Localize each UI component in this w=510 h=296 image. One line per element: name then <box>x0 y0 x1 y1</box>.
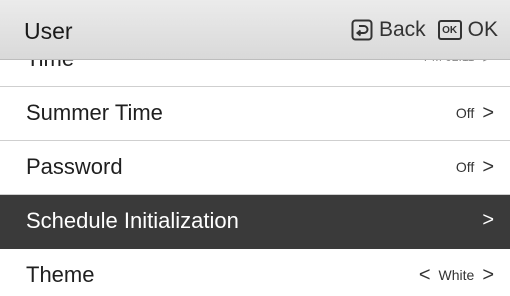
list-item-value: > <box>474 209 494 231</box>
page-title: User <box>24 18 73 44</box>
back-arrow-icon <box>351 19 373 41</box>
list-item-summer-time[interactable]: Summer Time Off > <box>0 87 510 141</box>
list-item-value: Off > <box>455 156 494 178</box>
summer-time-value: Off <box>455 105 475 121</box>
ok-icon: OK <box>437 20 462 40</box>
settings-screen: User Back OK OK Time PM 02:11 > <box>0 0 510 296</box>
list-item-value: < White > <box>419 265 494 285</box>
chevron-right-icon[interactable]: > <box>482 265 494 285</box>
back-label: Back <box>378 18 426 41</box>
chevron-right-icon: > <box>482 102 494 124</box>
header-actions: Back OK OK <box>351 18 498 42</box>
header-bar: User Back OK OK <box>0 0 510 60</box>
list-item-label: Theme <box>26 262 95 287</box>
settings-list: Time PM 02:11 > Summer Time Off > Passwo… <box>0 34 510 296</box>
chevron-left-icon[interactable]: < <box>419 265 431 285</box>
theme-value: White <box>438 267 475 283</box>
password-value: Off <box>455 159 475 175</box>
chevron-right-icon: > <box>482 156 494 178</box>
list-item-schedule-initialization[interactable]: Schedule Initialization > <box>0 195 510 249</box>
back-button[interactable]: Back <box>351 18 426 42</box>
list-item-label: Summer Time <box>26 100 163 125</box>
list-item-label: Password <box>26 154 123 179</box>
ok-label: OK <box>467 18 498 41</box>
list-item-theme[interactable]: Theme < White > <box>0 249 510 296</box>
ok-button[interactable]: OK OK <box>437 18 498 42</box>
chevron-right-icon: > <box>482 209 494 231</box>
list-item-value: Off > <box>455 102 494 124</box>
list-item-password[interactable]: Password Off > <box>0 141 510 195</box>
list-item-label: Schedule Initialization <box>26 208 239 233</box>
